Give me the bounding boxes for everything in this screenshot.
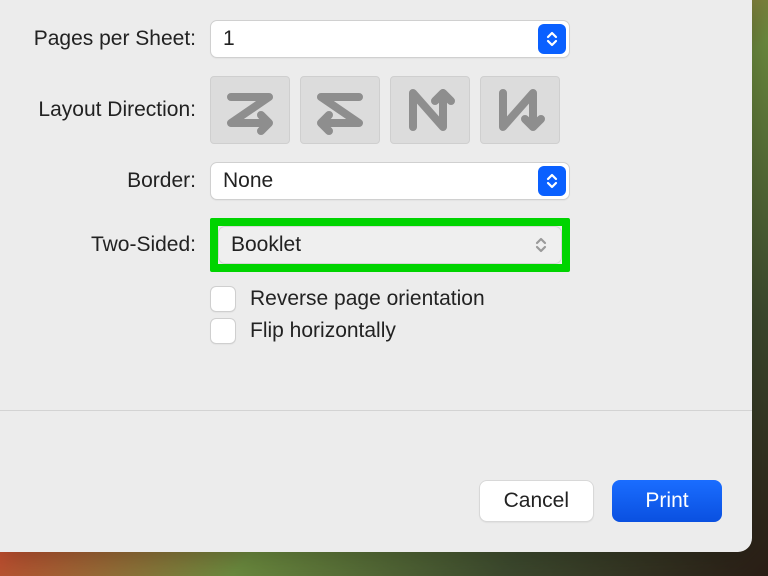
pages-per-sheet-value: 1 xyxy=(223,27,235,51)
layout-direction-n-icon[interactable] xyxy=(390,76,470,144)
pages-per-sheet-row: Pages per Sheet: 1 xyxy=(0,20,752,58)
border-label: Border: xyxy=(0,169,210,193)
reverse-orientation-label: Reverse page orientation xyxy=(250,287,485,311)
chevron-up-down-icon xyxy=(538,24,566,54)
divider xyxy=(0,410,752,411)
layout-direction-row: Layout Direction: xyxy=(0,76,752,144)
chevron-up-down-icon xyxy=(538,166,566,196)
border-select[interactable]: None xyxy=(210,162,570,200)
highlight-annotation: Booklet xyxy=(210,218,570,272)
chevron-up-down-icon xyxy=(527,230,555,260)
print-button[interactable]: Print xyxy=(612,480,722,522)
border-value: None xyxy=(223,169,273,193)
two-sided-value: Booklet xyxy=(231,233,301,257)
layout-direction-n-down-icon[interactable] xyxy=(480,76,560,144)
reverse-orientation-checkbox[interactable] xyxy=(210,286,236,312)
layout-direction-z-icon[interactable] xyxy=(210,76,290,144)
two-sided-label: Two-Sided: xyxy=(0,233,210,257)
layout-direction-label: Layout Direction: xyxy=(0,98,210,122)
flip-horizontally-checkbox[interactable] xyxy=(210,318,236,344)
pages-per-sheet-label: Pages per Sheet: xyxy=(0,27,210,51)
two-sided-row: Two-Sided: Booklet xyxy=(0,218,752,272)
flip-horizontally-label: Flip horizontally xyxy=(250,319,396,343)
pages-per-sheet-select[interactable]: 1 xyxy=(210,20,570,58)
reverse-orientation-row: Reverse page orientation Flip horizontal… xyxy=(0,286,752,350)
layout-direction-s-icon[interactable] xyxy=(300,76,380,144)
button-bar: Cancel Print xyxy=(479,480,722,522)
two-sided-select[interactable]: Booklet xyxy=(218,226,562,264)
border-row: Border: None xyxy=(0,162,752,200)
dialog-content: Pages per Sheet: 1 Layout Direction: xyxy=(0,0,752,350)
cancel-button[interactable]: Cancel xyxy=(479,480,594,522)
layout-direction-segmented xyxy=(210,76,590,144)
print-layout-dialog: Pages per Sheet: 1 Layout Direction: xyxy=(0,0,752,552)
